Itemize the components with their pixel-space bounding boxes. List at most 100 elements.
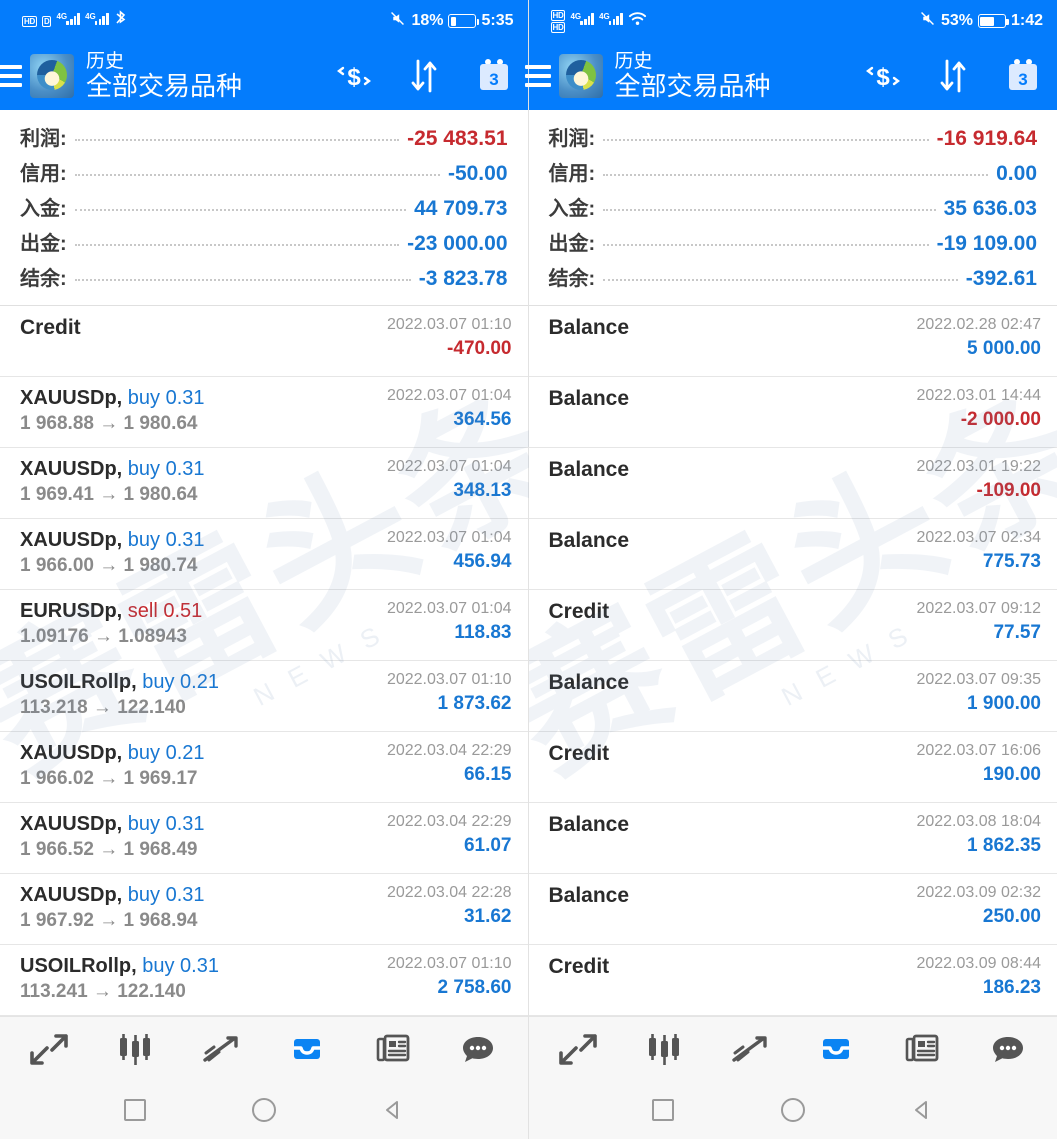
tab-quotes[interactable] <box>549 1026 607 1072</box>
calendar-icon[interactable]: 3 <box>474 56 514 96</box>
list-item[interactable]: Balance 2022.02.28 02:47 5 000.00 <box>528 306 1057 377</box>
menu-icon[interactable] <box>0 65 22 87</box>
list-item[interactable]: EURUSDp, sell 0.51 1.09176 → 1.08943 202… <box>0 590 528 661</box>
deal-time: 2022.03.09 08:44 <box>916 955 1041 972</box>
list-item[interactable]: Credit 2022.03.07 01:10 -470.00 <box>0 306 528 377</box>
list-item[interactable]: XAUUSDp, buy 0.21 1 966.02 → 1 969.17 20… <box>0 732 528 803</box>
list-item[interactable]: XAUUSDp, buy 0.31 1 968.88 → 1 980.64 20… <box>0 377 528 448</box>
back-button[interactable] <box>370 1087 416 1133</box>
currency-exchange-icon[interactable]: $ <box>334 56 374 96</box>
mute-icon <box>389 10 406 32</box>
deal-time: 2022.03.01 19:22 <box>916 458 1041 475</box>
deal-time: 2022.03.07 09:12 <box>916 600 1041 617</box>
currency-exchange-icon[interactable]: $ <box>863 56 903 96</box>
hd-voice-icon: HD <box>22 15 37 27</box>
deal-amount: 1 900.00 <box>967 693 1041 714</box>
symbol-text: XAUUSDp, <box>20 742 123 764</box>
list-item[interactable]: USOILRollp, buy 0.21 113.218 → 122.140 2… <box>0 661 528 732</box>
tab-news[interactable] <box>364 1026 422 1072</box>
list-item[interactable]: XAUUSDp, buy 0.31 1 969.41 → 1 980.64 20… <box>0 448 528 519</box>
deal-symbol: XAUUSDp, buy 0.21 <box>20 742 205 765</box>
recents-button[interactable] <box>640 1087 686 1133</box>
deal-prices: 113.218 → 122.140 <box>20 697 186 718</box>
deal-amount: 186.23 <box>982 977 1041 998</box>
deal-volume: 0.31 <box>165 813 205 835</box>
deal-amount: 66.15 <box>463 764 512 785</box>
list-item[interactable]: XAUUSDp, buy 0.31 1 967.92 → 1 968.94 20… <box>0 874 528 945</box>
signal-1-icon: 4G <box>570 12 595 30</box>
deal-time: 2022.03.07 01:10 <box>386 955 512 972</box>
deal-volume: 0.31 <box>165 387 205 409</box>
list-item[interactable]: Balance 2022.03.01 19:22 -109.00 <box>528 448 1057 519</box>
symbol-text: XAUUSDp, <box>20 813 123 835</box>
app-logo-icon <box>558 54 603 98</box>
list-item[interactable]: Credit 2022.03.07 16:06 190.00 <box>528 732 1057 803</box>
deal-amount: 2 758.60 <box>437 977 512 998</box>
tab-charts[interactable] <box>106 1026 164 1072</box>
home-button[interactable] <box>770 1087 816 1133</box>
summary-row: 信用: 0.00 <box>549 157 1038 192</box>
app-bar: 历史 全部交易品种 $ 3 <box>0 42 528 110</box>
deal-type: Balance <box>548 458 630 481</box>
list-item[interactable]: XAUUSDp, buy 0.31 1 966.52 → 1 968.49 20… <box>0 803 528 874</box>
symbol-text: XAUUSDp, <box>20 387 123 409</box>
deal-type: Credit <box>548 600 610 623</box>
list-item[interactable]: USOILRollp, buy 0.31 113.241 → 122.140 2… <box>0 945 528 1016</box>
sort-arrows-icon[interactable] <box>933 56 973 96</box>
back-button[interactable] <box>899 1087 945 1133</box>
recents-button[interactable] <box>112 1087 158 1133</box>
battery-percent: 18% <box>411 12 444 29</box>
bottom-tab-bar-right <box>528 1016 1057 1080</box>
tab-charts[interactable] <box>635 1026 693 1072</box>
calendar-icon[interactable]: 3 <box>1003 56 1043 96</box>
deal-type: Credit <box>20 316 81 339</box>
list-item[interactable]: Credit 2022.03.07 09:12 77.57 <box>528 590 1057 661</box>
summary-label: 出金: <box>20 233 67 255</box>
deal-type: Balance <box>548 316 630 339</box>
signal-2-icon: 4G <box>599 12 623 30</box>
tab-quotes[interactable] <box>20 1026 78 1072</box>
sort-arrows-icon[interactable] <box>404 56 444 96</box>
leader-dots <box>603 209 936 211</box>
list-item[interactable]: Balance 2022.03.07 02:34 775.73 <box>528 519 1057 590</box>
deal-time: 2022.03.04 22:29 <box>386 813 512 830</box>
deal-time: 2022.03.04 22:29 <box>386 742 512 759</box>
deal-volume: 0.31 <box>165 884 205 906</box>
tab-news[interactable] <box>893 1026 951 1072</box>
deal-prices: 1 966.00 → 1 980.74 <box>20 555 198 576</box>
svg-text:$: $ <box>347 64 361 91</box>
menu-icon[interactable] <box>524 65 551 87</box>
leader-dots <box>74 244 400 246</box>
deal-side: buy <box>127 742 161 764</box>
deal-time: 2022.03.07 01:04 <box>386 387 512 404</box>
list-item[interactable]: Balance 2022.03.01 14:44 -2 000.00 <box>528 377 1057 448</box>
home-button[interactable] <box>241 1087 287 1133</box>
history-list-right[interactable]: Balance 2022.02.28 02:47 5 000.00 Balance… <box>528 306 1057 1016</box>
list-item[interactable]: XAUUSDp, buy 0.31 1 966.00 → 1 980.74 20… <box>0 519 528 590</box>
list-item[interactable]: Credit 2022.03.09 08:44 186.23 <box>528 945 1057 1016</box>
android-nav-bar-right <box>528 1080 1057 1139</box>
summary-label: 信用: <box>548 163 596 185</box>
tab-trade[interactable] <box>721 1026 779 1072</box>
history-list-left[interactable]: Credit 2022.03.07 01:10 -470.00 XAUUSDp,… <box>0 306 528 1016</box>
deal-volume: 0.21 <box>180 671 219 693</box>
status-right-icons: 18% 5:35 <box>389 10 514 32</box>
list-item[interactable]: Balance 2022.03.09 02:32 250.00 <box>528 874 1057 945</box>
summary-label: 信用: <box>20 163 67 185</box>
bluetooth-icon <box>114 9 127 33</box>
tab-history[interactable] <box>807 1026 865 1072</box>
symbol-text: EURUSDp, <box>20 600 123 622</box>
list-item[interactable]: Balance 2022.03.08 18:04 1 862.35 <box>528 803 1057 874</box>
bottom-tab-bar-left <box>0 1016 528 1080</box>
deal-time: 2022.03.07 01:10 <box>386 671 512 688</box>
tab-history[interactable] <box>278 1026 336 1072</box>
deal-symbol: XAUUSDp, buy 0.31 <box>20 458 205 481</box>
tab-chat[interactable] <box>979 1026 1037 1072</box>
tab-chat[interactable] <box>449 1026 507 1072</box>
leader-dots <box>74 209 407 211</box>
calendar-day-label: 3 <box>1018 70 1027 89</box>
deal-side: buy <box>142 671 175 693</box>
tab-trade[interactable] <box>192 1026 250 1072</box>
list-item[interactable]: Balance 2022.03.07 09:35 1 900.00 <box>528 661 1057 732</box>
deal-side: buy <box>142 955 175 977</box>
